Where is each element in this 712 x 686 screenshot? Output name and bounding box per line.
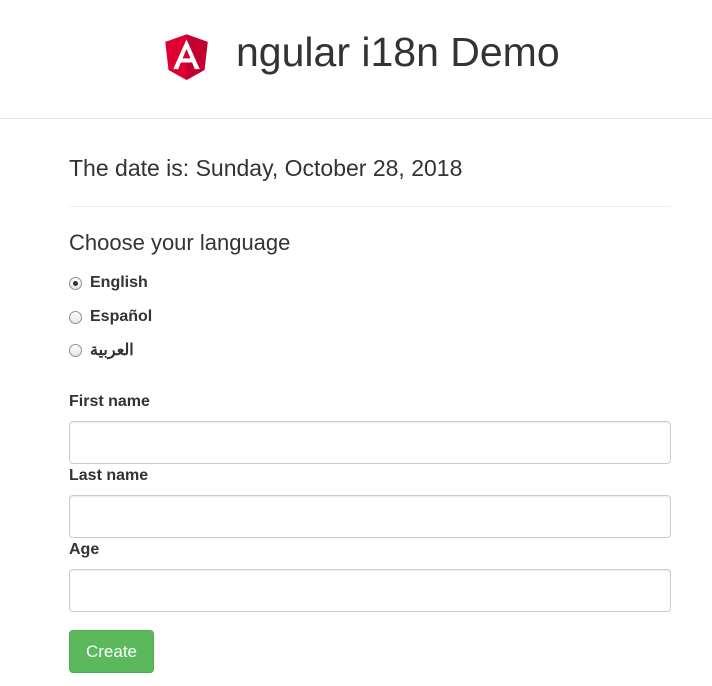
first-name-label: First name	[69, 393, 150, 410]
spanish-label: Español	[90, 308, 153, 325]
age-input[interactable]	[69, 569, 671, 612]
spanish-radio[interactable]	[69, 310, 82, 324]
angular-logo-icon	[165, 34, 208, 80]
english-label: English	[90, 274, 148, 291]
age-label: Age	[69, 541, 100, 558]
app-header: ngular i18n Demo	[0, 0, 712, 119]
language-heading: Choose your language	[69, 230, 291, 255]
english-radio[interactable]	[69, 276, 82, 290]
app-title: ngular i18n Demo	[236, 29, 560, 75]
last-name-input[interactable]	[69, 495, 671, 538]
arabic-radio[interactable]	[69, 343, 82, 357]
language-option-arabic[interactable]: العربية	[69, 339, 134, 361]
create-button[interactable]: Create	[69, 630, 154, 673]
language-option-spanish[interactable]: Español	[69, 306, 152, 328]
language-option-english[interactable]: English	[69, 272, 148, 294]
section-divider	[69, 206, 671, 207]
last-name-label: Last name	[69, 467, 149, 484]
first-name-input[interactable]	[69, 421, 671, 464]
date-display: The date is: Sunday, October 28, 2018	[69, 155, 463, 181]
arabic-label: العربية	[90, 342, 134, 359]
